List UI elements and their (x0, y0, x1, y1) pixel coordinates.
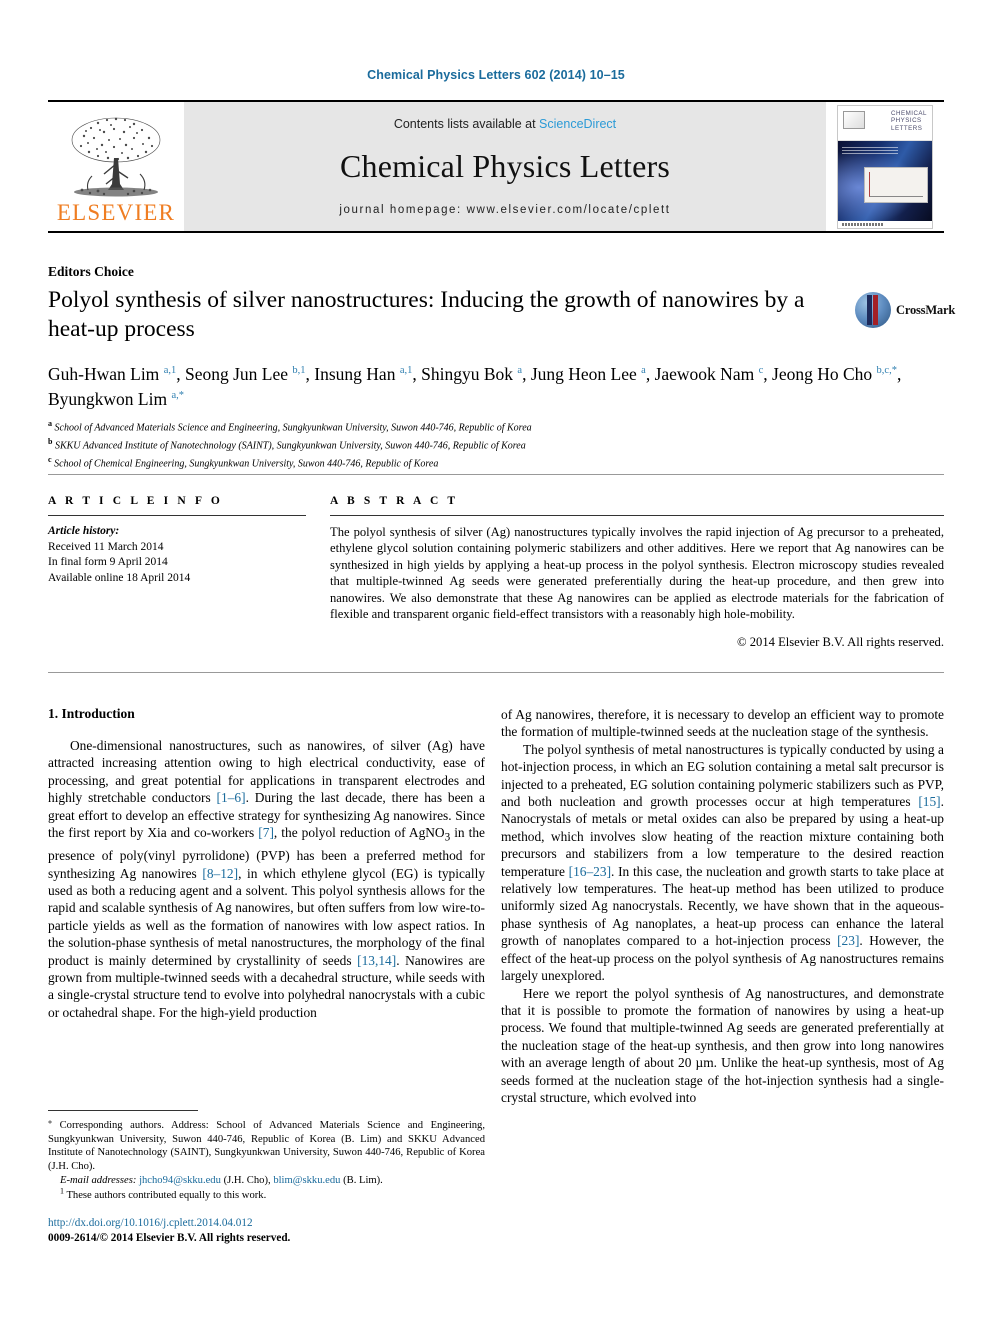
masthead-center: Contents lists available at ScienceDirec… (184, 102, 826, 231)
footnote-equal-contribution: 1 These authors contributed equally to t… (60, 1186, 267, 1201)
cover-elsevier-icon (843, 110, 865, 129)
crossmark-label: CrossMark (896, 302, 956, 317)
abstract-text: The polyol synthesis of silver (Ag) nano… (330, 525, 944, 622)
journal-homepage-link[interactable]: journal homepage: www.elsevier.com/locat… (339, 204, 670, 216)
email-link-lim[interactable]: blim@skku.edu (273, 1175, 340, 1186)
email-owner-lim: (B. Lim). (343, 1175, 383, 1187)
abstract-block: A B S T R A C T The polyol synthesis of … (330, 495, 944, 650)
paper-page: Chemical Physics Letters 602 (2014) 10–1… (0, 0, 992, 1323)
info-divider-top (48, 474, 944, 475)
body-paragraph: Here we report the polyol synthesis of A… (501, 985, 944, 1105)
running-head: Chemical Physics Letters 602 (2014) 10–1… (367, 68, 625, 82)
article-info-rule (48, 515, 306, 516)
article-history-item: Received 11 March 2014 (48, 540, 164, 553)
article-history-item: Available online 18 April 2014 (48, 571, 191, 584)
article-history-label: Article history: (48, 525, 120, 537)
contents-prefix: Contents lists available at (393, 117, 540, 131)
cover-artwork (838, 140, 932, 221)
article-info-label: A R T I C L E I N F O (48, 495, 223, 507)
cover-title-line-2: PHYSICS (891, 117, 922, 125)
abstract-rule (330, 515, 944, 516)
affiliation-item: b SKKU Advanced Institute of Nanotechnol… (48, 435, 748, 453)
cover-title-line-1: CHEMICAL (891, 109, 927, 117)
elsevier-tree-icon (71, 117, 161, 196)
crossmark-badge[interactable]: CrossMark (855, 288, 955, 332)
body-column-right: of Ag nanowires, therefore, it is necess… (501, 706, 944, 1106)
affiliation-text: School of Advanced Materials Science and… (54, 422, 532, 434)
body-paragraph: of Ag nanowires, therefore, it is necess… (501, 707, 944, 740)
page-title: Polyol synthesis of silver nanostructure… (48, 287, 805, 342)
affiliation-marker: b (48, 436, 53, 446)
email-owner-cho: (J.H. Cho), (223, 1175, 271, 1187)
journal-title: Chemical Physics Letters (339, 148, 671, 184)
affiliation-text: SKKU Advanced Institute of Nanotechnolog… (54, 440, 526, 452)
sciencedirect-link[interactable]: ScienceDirect (539, 117, 616, 131)
cover-caption-lines (842, 146, 898, 155)
abstract-copyright: © 2014 Elsevier B.V. All rights reserved… (737, 635, 944, 650)
affiliation-text: School of Chemical Engineering, Sungkyun… (54, 457, 439, 469)
elsevier-logo: ELSEVIER (48, 102, 184, 231)
contents-available-line: Contents lists available at ScienceDirec… (394, 117, 616, 131)
footnote-divider (48, 1110, 198, 1111)
affiliation-marker: a (48, 419, 52, 428)
article-info-block: A R T I C L E I N F O Article history: R… (48, 495, 306, 586)
article-category: Editors Choice (48, 264, 134, 279)
body-column-left: 1. Introduction One-dimensional nanostru… (48, 706, 485, 1021)
issn-copyright-line: 0009-2614/© 2014 Elsevier B.V. All right… (48, 1231, 291, 1244)
footer-doi-block: http://dx.doi.org/10.1016/j.cplett.2014.… (48, 1216, 485, 1245)
journal-cover-thumbnail: CHEMICAL PHYSICS LETTERS (826, 102, 944, 231)
footnote-corresponding-authors: ⁎ Corresponding authors. Address: School… (48, 1116, 485, 1172)
author-list: Guh-Hwan Lim a,1, Seong Jun Lee b,1, Ins… (48, 364, 902, 409)
section-heading-introduction: 1. Introduction (48, 706, 135, 721)
affiliation-item: c School of Chemical Engineering, Sungky… (48, 453, 748, 471)
crossmark-icon (855, 292, 891, 328)
journal-masthead: ELSEVIER Contents lists available at Sci… (48, 100, 944, 233)
cover-title-line-3: LETTERS (891, 124, 923, 132)
doi-link[interactable]: http://dx.doi.org/10.1016/j.cplett.2014.… (48, 1216, 485, 1231)
footnote-block: ⁎ Corresponding authors. Address: School… (48, 1116, 485, 1204)
affiliation-list: a School of Advanced Materials Science a… (48, 417, 748, 470)
abstract-label: A B S T R A C T (330, 495, 459, 507)
body-paragraph: The polyol synthesis of metal nanostruct… (501, 741, 944, 984)
cover-footer (838, 220, 932, 228)
cover-inset-plot (864, 166, 928, 203)
info-divider-bottom (48, 672, 944, 673)
body-paragraph: One-dimensional nanostructures, such as … (48, 738, 485, 1020)
affiliation-item: a School of Advanced Materials Science a… (48, 417, 748, 435)
email-label: E-mail addresses: (60, 1175, 137, 1187)
elsevier-wordmark: ELSEVIER (56, 199, 176, 225)
affiliation-marker: c (48, 454, 52, 464)
cover-header: CHEMICAL PHYSICS LETTERS (838, 106, 932, 141)
cover-journal-title: CHEMICAL PHYSICS LETTERS (891, 110, 927, 133)
email-link-cho[interactable]: jhcho94@skku.edu (139, 1175, 221, 1186)
footnote-emails: E-mail addresses: jhcho94@skku.edu (J.H.… (48, 1174, 485, 1188)
article-history-item: In final form 9 April 2014 (48, 556, 168, 568)
